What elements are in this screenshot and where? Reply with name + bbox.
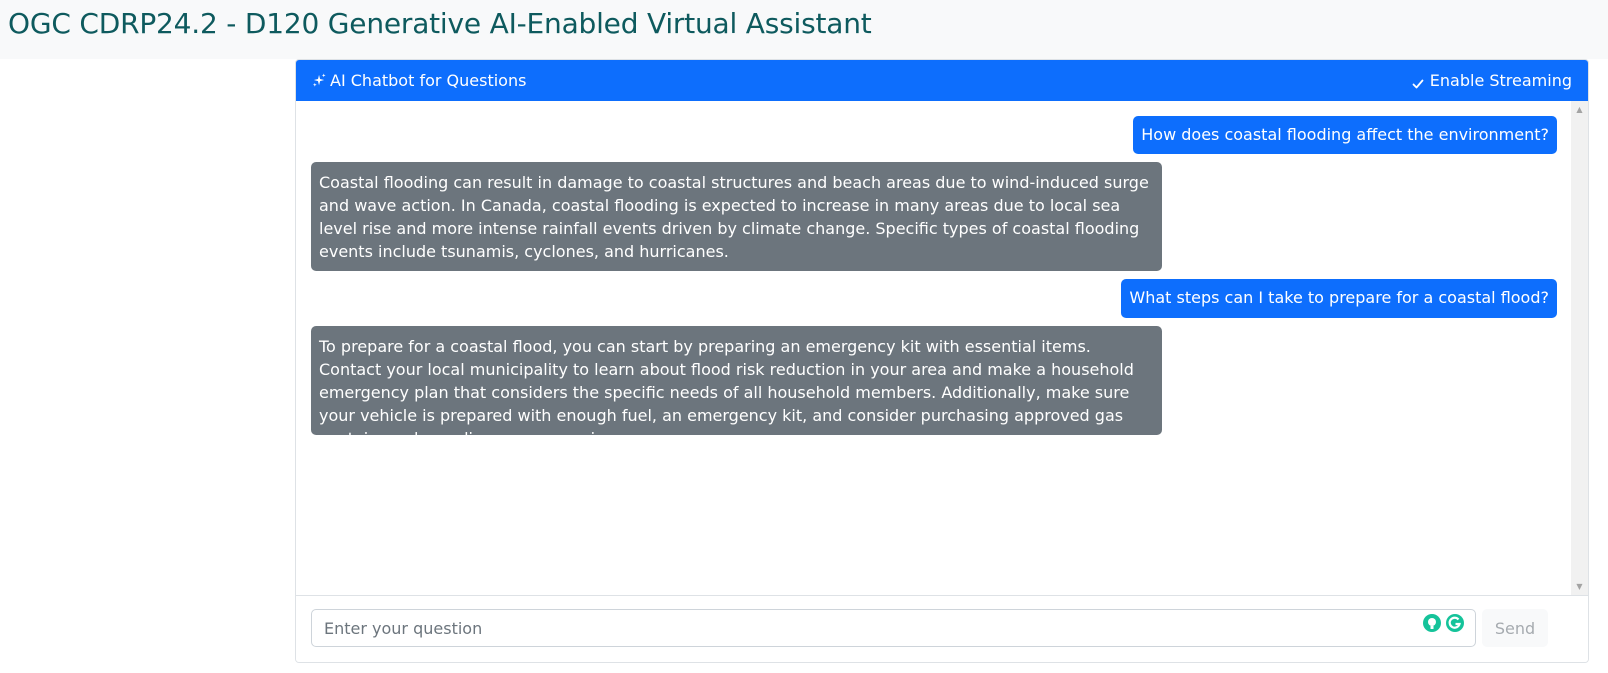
- assistant-message: To prepare for a coastal flood, you can …: [311, 326, 1162, 448]
- send-button[interactable]: Send: [1482, 609, 1548, 647]
- sparkles-icon: [312, 73, 327, 88]
- chat-input-bar: Send: [296, 597, 1588, 662]
- chat-panel: AI Chatbot for Questions Enable Streamin…: [295, 59, 1589, 663]
- page-header: OGC CDRP24.2 - D120 Generative AI-Enable…: [0, 0, 1608, 59]
- chat-title: AI Chatbot for Questions: [312, 60, 526, 101]
- check-icon: [1412, 75, 1424, 88]
- question-input-wrapper: [311, 609, 1476, 647]
- chat-scrollbar[interactable]: ▲ ▼: [1571, 101, 1588, 595]
- chat-title-label: AI Chatbot for Questions: [330, 71, 527, 90]
- grammar-suggestion-icon[interactable]: [1422, 613, 1442, 637]
- user-message: How does coastal flooding affect the env…: [1133, 116, 1557, 154]
- assistant-message: Coastal flooding can result in damage to…: [311, 162, 1162, 271]
- input-extension-icons: [1422, 613, 1465, 637]
- scroll-down-arrow-icon[interactable]: ▼: [1571, 578, 1588, 595]
- streaming-label: Enable Streaming: [1429, 71, 1572, 90]
- question-input[interactable]: [312, 610, 1475, 646]
- page-title: OGC CDRP24.2 - D120 Generative AI-Enable…: [8, 7, 872, 40]
- scroll-up-arrow-icon[interactable]: ▲: [1571, 101, 1588, 118]
- message-list: How does coastal flooding affect the env…: [296, 101, 1588, 596]
- streaming-toggle[interactable]: Enable Streaming: [1412, 60, 1572, 101]
- chat-header: AI Chatbot for Questions Enable Streamin…: [296, 60, 1588, 101]
- user-message: What steps can I take to prepare for a c…: [1121, 279, 1557, 318]
- grammarly-icon[interactable]: [1445, 613, 1465, 637]
